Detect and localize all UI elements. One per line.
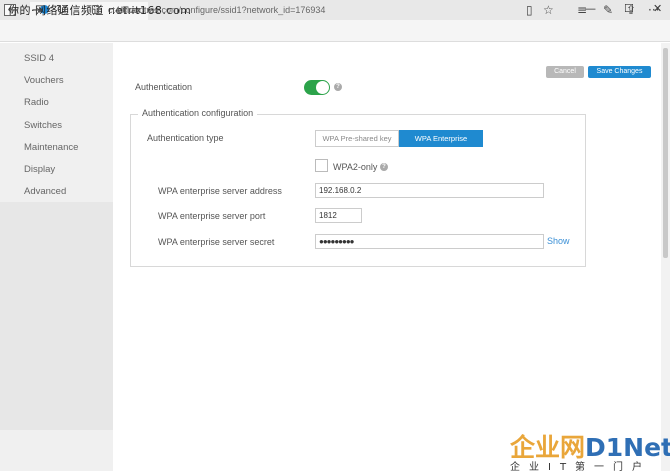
server-secret-label: WPA enterprise server secret: [158, 237, 275, 247]
server-address-label: WPA enterprise server address: [158, 186, 282, 196]
back-icon[interactable]: ←: [8, 3, 19, 18]
favorite-icon[interactable]: ☆: [543, 3, 554, 17]
sidebar-item-maintenance[interactable]: Maintenance: [24, 142, 78, 153]
show-secret-link[interactable]: Show: [547, 236, 570, 246]
reader-icon[interactable]: ▯: [526, 3, 533, 17]
server-secret-input[interactable]: ●●●●●●●●●: [315, 234, 544, 249]
notes-icon[interactable]: ✎: [603, 3, 613, 17]
share-icon[interactable]: ⇪: [626, 3, 636, 17]
url-field[interactable]: ct4.cloudtrax.com/configure/ssid1?networ…: [108, 5, 325, 15]
sidebar-item-ssid4[interactable]: SSID 4: [24, 53, 54, 64]
server-port-label: WPA enterprise server port: [158, 211, 266, 221]
sidebar-item-switches[interactable]: Switches: [24, 120, 62, 131]
sidebar-item-vouchers[interactable]: Vouchers: [24, 75, 64, 86]
sidebar-lower-panel: [0, 202, 113, 430]
toggle-knob: [316, 81, 329, 94]
logo-tagline: 企业IT第一门户: [510, 462, 652, 471]
refresh-icon[interactable]: ↻: [56, 3, 67, 18]
forward-icon[interactable]: →: [32, 3, 43, 18]
hub-icon[interactable]: ≡: [577, 3, 587, 17]
auth-config-legend: Authentication configuration: [138, 108, 258, 118]
authentication-label: Authentication: [135, 82, 193, 92]
help-icon[interactable]: ?: [334, 83, 342, 91]
lock-icon: [92, 5, 99, 14]
cancel-button[interactable]: Cancel: [546, 66, 584, 78]
wpa2-help-icon[interactable]: ?: [380, 163, 388, 171]
auth-type-label: Authentication type: [147, 133, 224, 143]
auth-type-option-enterprise[interactable]: WPA Enterprise: [399, 130, 483, 147]
sidebar-item-display[interactable]: Display: [24, 164, 55, 175]
auth-type-option-psk[interactable]: WPA Pre-shared key: [315, 130, 399, 147]
wpa2-only-checkbox[interactable]: [315, 159, 328, 172]
address-bar: [0, 20, 670, 42]
wpa2-only-label: WPA2-only: [333, 162, 378, 172]
sidebar-item-advanced[interactable]: Advanced: [24, 186, 66, 197]
save-changes-button[interactable]: Save Changes: [588, 66, 651, 78]
server-address-input[interactable]: 192.168.0.2: [315, 183, 544, 198]
scrollbar-thumb[interactable]: [663, 48, 668, 258]
sidebar-item-radio[interactable]: Radio: [24, 97, 49, 108]
server-port-input[interactable]: 1812: [315, 208, 362, 223]
more-icon[interactable]: ···: [648, 3, 659, 17]
